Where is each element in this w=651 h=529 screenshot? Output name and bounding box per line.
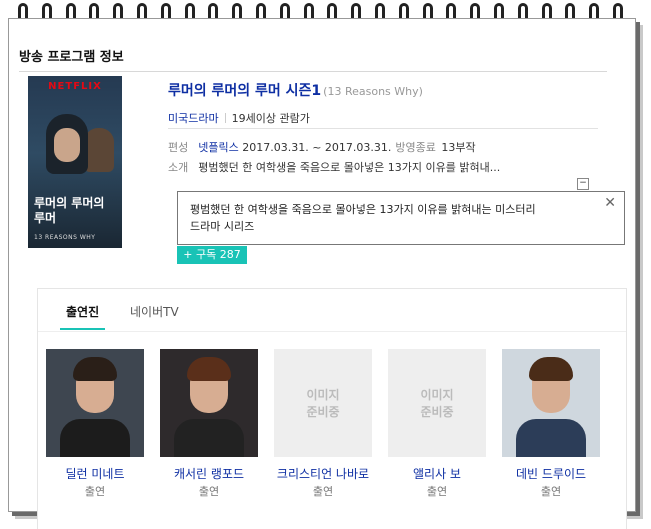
- tooltip-text-line1: 평범했던 한 여학생을 죽음으로 몰아넣은 13가지 이유를 밝혀내는 미스터리: [190, 203, 536, 216]
- tooltip-text-line2: 드라마 시리즈: [190, 220, 255, 233]
- section-title: 방송 프로그램 정보: [19, 50, 124, 65]
- poster-title: 루머의 루머의 루머: [34, 196, 105, 225]
- cast-card[interactable]: 딜런 미네트출연: [46, 349, 144, 499]
- placeholder-text: 이미지 준비중: [420, 388, 454, 419]
- air-dates: 2017.03.31. ~ 2017.03.31.: [242, 141, 392, 154]
- portrait-shape: [174, 419, 244, 457]
- cast-card[interactable]: 데빈 드루이드출연: [502, 349, 600, 499]
- schedule-row: 편성 넷플릭스 2017.03.31. ~ 2017.03.31. 방영종료 13부…: [168, 139, 476, 155]
- tab-bar: 출연진 네이버TV: [38, 289, 626, 332]
- cast-photo[interactable]: [502, 349, 600, 457]
- cast-name[interactable]: 데빈 드루이드: [502, 467, 600, 482]
- summary-row: 소개 평범했던 한 여학생을 죽음으로 몰아넣은 13가지 이유를 밝혀내...: [168, 159, 500, 175]
- genre-link[interactable]: 미국드라마: [168, 112, 219, 125]
- show-title-text[interactable]: 루머의 루머의 루머 시즌1: [168, 83, 321, 99]
- episode-count: 13부작: [441, 141, 476, 154]
- cast-photo[interactable]: [160, 349, 258, 457]
- broadcaster-link[interactable]: 넷플릭스: [198, 141, 238, 154]
- portrait-shape: [60, 419, 130, 457]
- summary-tooltip: 평범했던 한 여학생을 죽음으로 몰아넣은 13가지 이유를 밝혀내는 미스터리…: [177, 191, 625, 245]
- collapse-summary-button[interactable]: −: [577, 178, 589, 190]
- cast-role: 출연: [312, 485, 334, 498]
- poster-figure-face: [54, 128, 80, 162]
- cast-role: 출연: [198, 485, 220, 498]
- show-poster[interactable]: NETFLIX 루머의 루머의 루머 13 REASONS WHY: [28, 76, 122, 248]
- cast-card[interactable]: 이미지 준비중크리스티언 나바로출연: [274, 349, 372, 499]
- netflix-logo: NETFLIX: [48, 81, 102, 92]
- show-title[interactable]: 루머의 루머의 루머 시즌1 (13 Reasons Why): [168, 80, 423, 100]
- divider: [168, 128, 598, 129]
- close-icon[interactable]: ✕: [604, 196, 616, 210]
- original-title: (13 Reasons Why): [323, 85, 423, 98]
- portrait-shape: [187, 357, 231, 381]
- subscribe-button[interactable]: + 구독 287: [177, 246, 247, 264]
- cast-card[interactable]: 캐서린 랭포드출연: [160, 349, 258, 499]
- image-placeholder[interactable]: 이미지 준비중: [274, 349, 372, 457]
- cast-role: 출연: [84, 485, 106, 498]
- separator: [224, 113, 226, 123]
- age-rating: 19세이상 관람가: [231, 112, 310, 125]
- image-placeholder[interactable]: 이미지 준비중: [388, 349, 486, 457]
- notebook-page: 방송 프로그램 정보 NETFLIX 루머의 루머의 루머 13 REASONS…: [8, 18, 636, 529]
- cast-photo[interactable]: [46, 349, 144, 457]
- poster-subtitle: 13 REASONS WHY: [34, 234, 96, 241]
- cast-name[interactable]: 딜런 미네트: [46, 467, 144, 482]
- cast-name[interactable]: 앨리사 보: [388, 467, 486, 482]
- divider: [19, 71, 607, 72]
- tab-naver-tv[interactable]: 네이버TV: [130, 303, 179, 320]
- portrait-shape: [529, 357, 573, 381]
- cast-name[interactable]: 크리스티언 나바로: [274, 467, 372, 482]
- cast-name[interactable]: 캐서린 랭포드: [160, 467, 258, 482]
- genre-rating-row: 미국드라마 19세이상 관람가: [168, 110, 310, 126]
- summary-label: 소개: [168, 161, 189, 174]
- cast-card[interactable]: 이미지 준비중앨리사 보출연: [388, 349, 486, 499]
- portrait-shape: [516, 419, 586, 457]
- schedule-label: 편성: [168, 141, 189, 154]
- cast-role: 출연: [540, 485, 562, 498]
- tab-cast[interactable]: 출연진: [59, 303, 106, 330]
- air-status: 방영종료: [395, 141, 436, 154]
- cast-role: 출연: [426, 485, 448, 498]
- poster-figure-background: [84, 128, 114, 172]
- placeholder-text: 이미지 준비중: [306, 388, 340, 419]
- portrait-shape: [73, 357, 117, 381]
- summary-text: 평범했던 한 여학생을 죽음으로 몰아넣은 13가지 이유를 밝혀내...: [198, 161, 501, 174]
